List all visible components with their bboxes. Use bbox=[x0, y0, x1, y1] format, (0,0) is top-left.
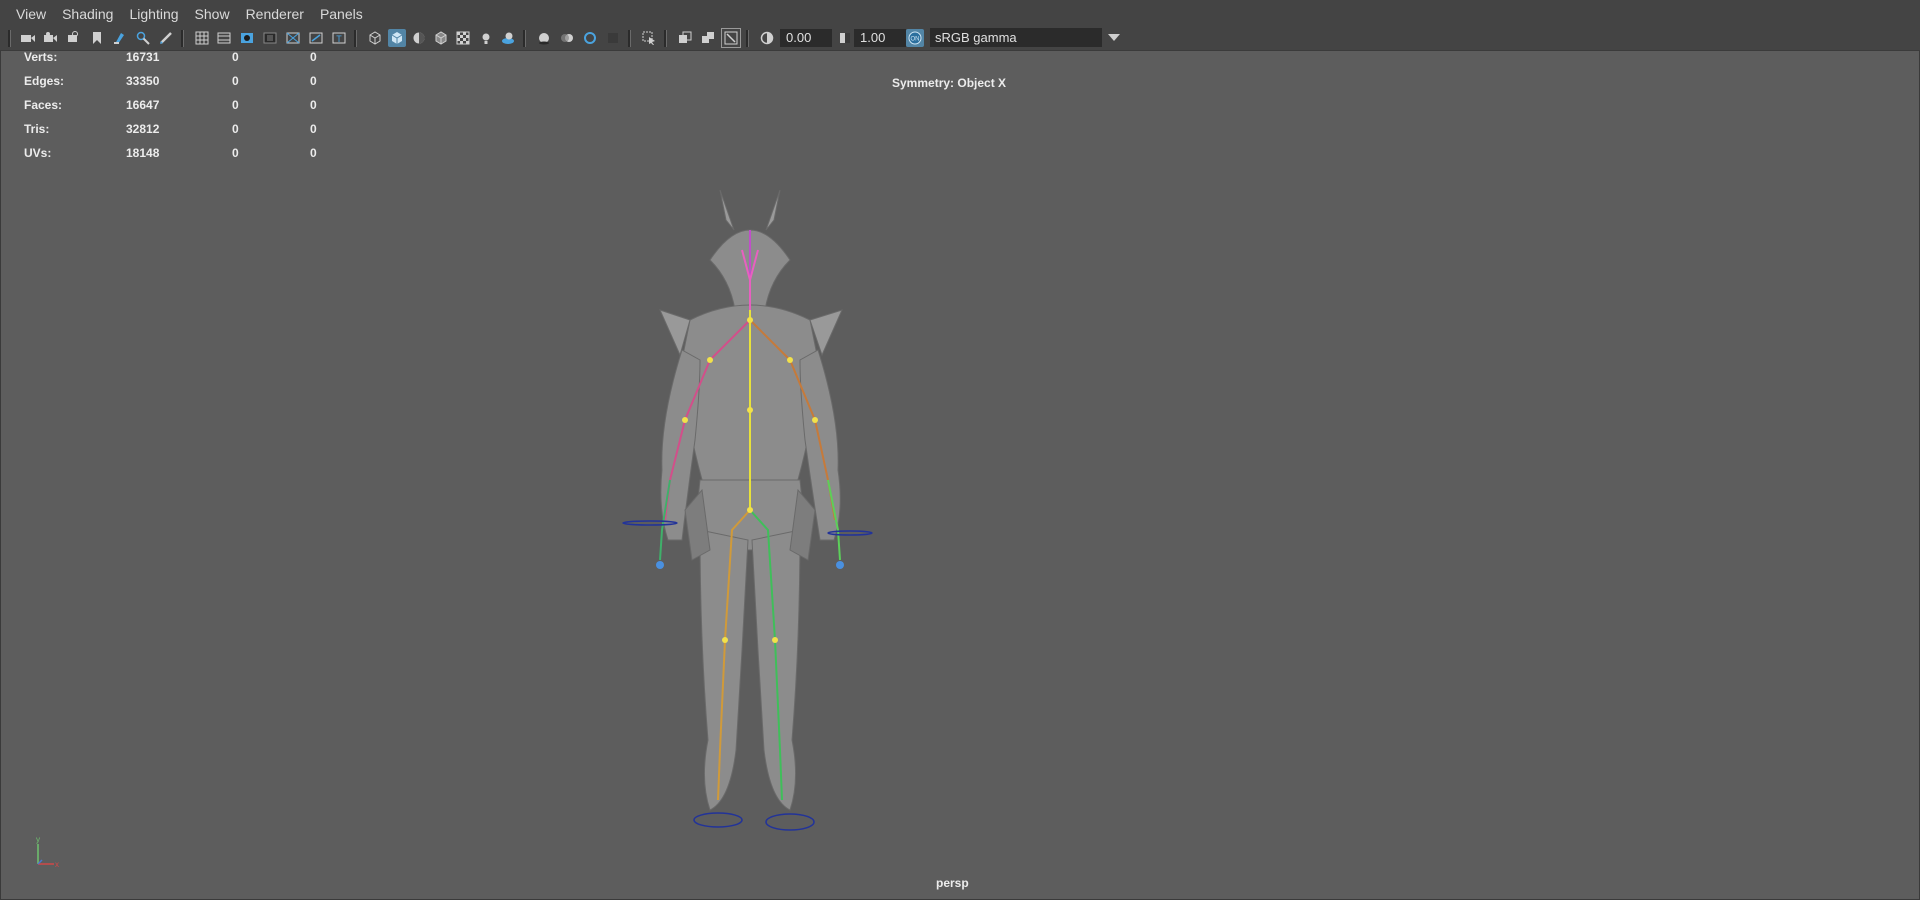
shadows-icon[interactable] bbox=[499, 29, 517, 47]
depth-of-field-icon[interactable] bbox=[604, 29, 622, 47]
smooth-shade-icon[interactable] bbox=[388, 29, 406, 47]
anti-aliasing-icon[interactable] bbox=[581, 29, 599, 47]
bookmark-camera-icon[interactable] bbox=[65, 29, 83, 47]
gate-mask-icon[interactable] bbox=[261, 29, 279, 47]
two-d-pan-zoom-icon[interactable] bbox=[134, 29, 152, 47]
screen-space-ao-icon[interactable] bbox=[535, 29, 553, 47]
stat-value: 0 bbox=[310, 50, 317, 64]
toolbar-separator bbox=[8, 30, 11, 47]
isolate-select-icon[interactable] bbox=[640, 29, 658, 47]
stat-label: Verts: bbox=[24, 50, 58, 64]
toolbar-separator bbox=[628, 30, 631, 47]
chevron-down-icon[interactable] bbox=[1102, 28, 1126, 47]
stat-row-verts: Verts: 16731 0 0 bbox=[24, 50, 344, 74]
menu-show[interactable]: Show bbox=[187, 0, 238, 26]
default-material-icon[interactable] bbox=[410, 29, 428, 47]
stat-row-uvs: UVs: 18148 0 0 bbox=[24, 146, 344, 170]
stat-row-tris: Tris: 32812 0 0 bbox=[24, 122, 344, 146]
grease-pencil-icon[interactable] bbox=[157, 29, 175, 47]
axis-gizmo: y x bbox=[36, 835, 59, 869]
exposure-field[interactable]: 0.00 bbox=[780, 29, 832, 47]
axis-y-label: y bbox=[36, 835, 40, 844]
film-gate-icon[interactable] bbox=[215, 29, 233, 47]
svg-text:T: T bbox=[336, 34, 342, 44]
bookmark-icon[interactable] bbox=[88, 29, 106, 47]
symmetry-label: Symmetry: Object X bbox=[892, 76, 1007, 90]
stat-value: 0 bbox=[232, 74, 239, 88]
axis-x-label: x bbox=[55, 860, 59, 869]
color-management-icon[interactable]: ON bbox=[906, 29, 924, 47]
view-transform-value: sRGB gamma bbox=[935, 30, 1017, 45]
wireframe-on-shaded-icon[interactable] bbox=[432, 29, 450, 47]
image-plane-icon[interactable] bbox=[111, 29, 129, 47]
stat-value: 0 bbox=[232, 122, 239, 136]
camera-attributes-icon[interactable] bbox=[42, 29, 60, 47]
stat-value: 33350 bbox=[126, 74, 160, 88]
select-camera-icon[interactable] bbox=[19, 29, 37, 47]
poly-count-hud: Verts: 16731 0 0 Edges: 33350 0 0 Faces:… bbox=[24, 50, 344, 170]
safe-action-icon[interactable] bbox=[307, 29, 325, 47]
svg-text:ON: ON bbox=[911, 37, 920, 43]
toolbar-separator bbox=[354, 30, 357, 47]
xray-icon[interactable] bbox=[454, 29, 472, 47]
stat-label: Faces: bbox=[24, 98, 63, 112]
menu-shading[interactable]: Shading bbox=[54, 0, 121, 26]
toolbar-separator bbox=[746, 30, 749, 47]
use-all-lights-icon[interactable] bbox=[477, 29, 495, 47]
exposure-icon[interactable] bbox=[758, 29, 776, 47]
xray-joints-icon[interactable] bbox=[676, 29, 694, 47]
rigged-character-model[interactable] bbox=[600, 190, 900, 840]
stat-value: 0 bbox=[232, 98, 239, 112]
resolution-gate-icon[interactable] bbox=[238, 29, 256, 47]
stat-value: 16731 bbox=[126, 50, 160, 64]
stat-value: 0 bbox=[232, 50, 239, 64]
gamma-icon[interactable] bbox=[836, 29, 854, 47]
stat-value: 18148 bbox=[126, 146, 160, 160]
field-chart-icon[interactable] bbox=[284, 29, 302, 47]
wireframe-icon[interactable] bbox=[366, 29, 384, 47]
menu-renderer[interactable]: Renderer bbox=[238, 0, 312, 26]
toolbar-separator bbox=[523, 30, 526, 47]
menu-lighting[interactable]: Lighting bbox=[121, 0, 186, 26]
stat-value: 0 bbox=[310, 74, 317, 88]
stat-value: 32812 bbox=[126, 122, 160, 136]
stat-value: 0 bbox=[310, 122, 317, 136]
stat-label: Edges: bbox=[24, 74, 65, 88]
safe-title-icon[interactable]: T bbox=[330, 29, 348, 47]
stat-value: 0 bbox=[310, 98, 317, 112]
stat-value: 0 bbox=[232, 146, 239, 160]
menu-panels[interactable]: Panels bbox=[312, 0, 371, 26]
menu-view[interactable]: View bbox=[0, 0, 54, 26]
motion-blur-icon[interactable] bbox=[558, 29, 576, 47]
stat-label: Tris: bbox=[24, 122, 50, 136]
stat-value: 16647 bbox=[126, 98, 160, 112]
toolbar-separator bbox=[664, 30, 667, 47]
camera-name-label: persp bbox=[936, 876, 969, 890]
toolbar-separator bbox=[181, 30, 184, 47]
stat-row-edges: Edges: 33350 0 0 bbox=[24, 74, 344, 98]
gamma-field[interactable]: 1.00 bbox=[854, 29, 906, 47]
stat-label: UVs: bbox=[24, 146, 52, 160]
backface-culling-icon[interactable] bbox=[721, 28, 741, 48]
xray-active-components-icon[interactable] bbox=[699, 29, 717, 47]
stat-value: 0 bbox=[310, 146, 317, 160]
grid-icon[interactable] bbox=[193, 29, 211, 47]
panel-menu-bar: View Shading Lighting Show Renderer Pane… bbox=[0, 0, 1920, 26]
stat-row-faces: Faces: 16647 0 0 bbox=[24, 98, 344, 122]
view-transform-select[interactable]: sRGB gamma bbox=[930, 28, 1126, 47]
